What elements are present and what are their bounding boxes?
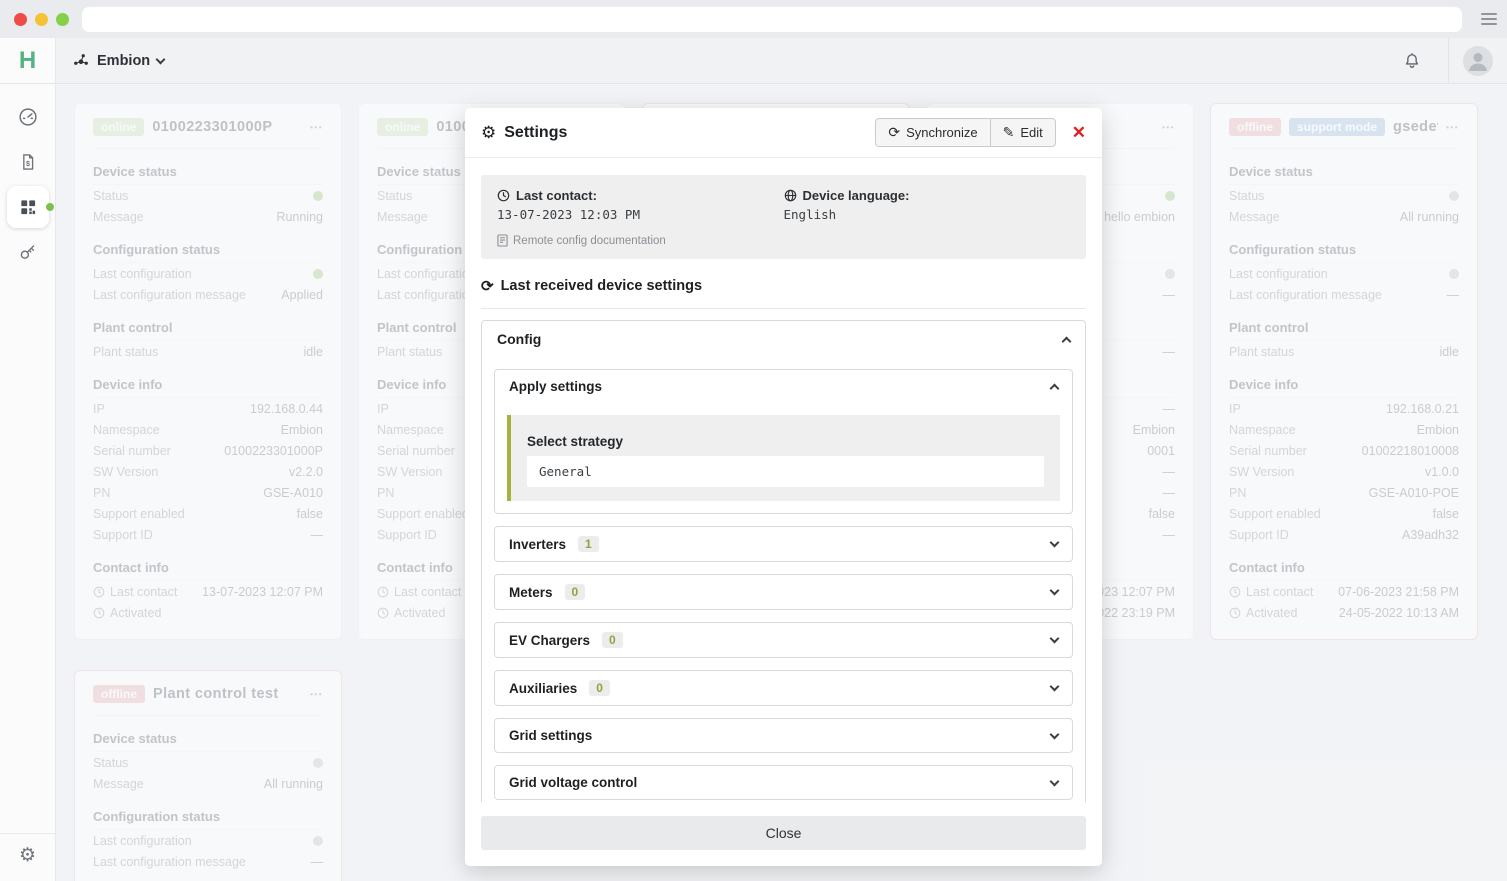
modal-body: Last contact: 13-07-2023 12:03 PM Device… <box>465 159 1102 802</box>
config-accordion: Config Apply settings Select strategy Ge… <box>481 320 1086 802</box>
document-icon <box>497 234 508 247</box>
select-strategy-label: Select strategy <box>527 434 1044 449</box>
strategy-field[interactable]: General <box>527 456 1044 487</box>
config-item-auxiliaries: Auxiliaries 0 <box>494 670 1073 706</box>
chevron-down-icon <box>1050 729 1060 739</box>
device-language-label-row: Device language: <box>784 188 1071 203</box>
count-badge: 0 <box>602 632 623 648</box>
config-item-label: Auxiliaries <box>509 681 577 696</box>
chevron-down-icon <box>1050 776 1060 786</box>
app-header: H Embion <box>0 38 1507 84</box>
chevron-down-icon <box>1050 586 1060 596</box>
config-item-inverters: Inverters 1 <box>494 526 1073 562</box>
config-item-header[interactable]: Grid voltage control <box>495 766 1072 799</box>
refresh-icon: ⟳ <box>888 124 900 141</box>
last-contact-label-row: Last contact: <box>497 188 784 203</box>
config-item-grid-voltage-control: Grid voltage control <box>494 765 1073 800</box>
traffic-light-zoom-icon[interactable] <box>56 13 69 26</box>
config-item-header[interactable]: Auxiliaries 0 <box>495 671 1072 705</box>
header-divider <box>1448 38 1449 83</box>
count-badge: 1 <box>578 536 599 552</box>
traffic-light-close-icon[interactable] <box>14 13 27 26</box>
devices-qr-icon <box>18 197 38 217</box>
svg-text:$: $ <box>26 160 30 168</box>
org-name: Embion <box>97 53 150 69</box>
sidebar-item-access-keys[interactable] <box>7 231 49 273</box>
config-accordion-header[interactable]: Config <box>482 321 1085 357</box>
last-received-settings-heading: ⟳ Last received device settings <box>481 277 1086 295</box>
config-item-header[interactable]: Meters 0 <box>495 575 1072 609</box>
sidebar-footer: ⚙ <box>0 833 55 881</box>
modal-title: ⚙ Settings <box>481 123 567 143</box>
settings-modal: ⚙ Settings ⟳ Synchronize ✎ Edit ✕ <box>465 108 1102 866</box>
gear-icon: ⚙ <box>481 123 496 143</box>
chevron-down-icon <box>156 54 166 64</box>
network-icon <box>72 52 90 70</box>
last-contact-value: 13-07-2023 12:03 PM <box>497 207 784 222</box>
close-button[interactable]: Close <box>481 816 1086 850</box>
config-items: Inverters1Meters0EV Chargers0Auxiliaries… <box>494 526 1073 800</box>
clock-icon <box>497 189 510 202</box>
config-item-label: Inverters <box>509 537 566 552</box>
config-item-label: Meters <box>509 585 553 600</box>
globe-icon <box>784 189 797 202</box>
config-item-label: Grid voltage control <box>509 775 637 790</box>
sidebar-item-invoices[interactable]: $ <box>7 141 49 183</box>
config-item-label: EV Chargers <box>509 633 590 648</box>
dashboard-icon <box>17 106 39 128</box>
device-language-value: English <box>784 207 1071 222</box>
key-icon <box>17 242 38 263</box>
config-item-header[interactable]: EV Chargers 0 <box>495 623 1072 657</box>
sidebar-item-devices[interactable] <box>7 186 49 228</box>
modal-title-text: Settings <box>504 124 567 142</box>
sidebar-item-dashboard[interactable] <box>7 96 49 138</box>
pencil-icon: ✎ <box>1003 124 1015 141</box>
device-info-panel: Last contact: 13-07-2023 12:03 PM Device… <box>481 175 1086 259</box>
section-divider <box>481 308 1086 309</box>
traffic-light-minimize-icon[interactable] <box>35 13 48 26</box>
chevron-down-icon <box>1050 538 1060 548</box>
config-item-grid-settings: Grid settings <box>494 718 1073 753</box>
modal-close-button[interactable]: ✕ <box>1072 124 1086 141</box>
sidebar: $ ⚙ <box>0 84 56 881</box>
browser-chrome <box>0 0 1507 38</box>
config-item-header[interactable]: Grid settings <box>495 719 1072 752</box>
modal-footer: Close <box>465 802 1102 866</box>
strategy-box: Select strategy General <box>507 415 1060 501</box>
remote-config-doc-link[interactable]: Remote config documentation <box>497 234 1070 247</box>
chevron-down-icon <box>1050 634 1060 644</box>
chevron-down-icon <box>1050 682 1060 692</box>
settings-gear-icon[interactable]: ⚙ <box>19 844 36 867</box>
refresh-icon: ⟳ <box>481 277 494 295</box>
apply-settings-header[interactable]: Apply settings <box>495 370 1072 403</box>
config-item-label: Grid settings <box>509 728 592 743</box>
chevron-up-icon <box>1050 384 1060 394</box>
app-logo[interactable]: H <box>0 38 56 83</box>
url-bar[interactable] <box>82 7 1462 32</box>
sidebar-notification-dot <box>46 203 54 211</box>
logo-letter: H <box>19 47 36 75</box>
config-item-ev-chargers: EV Chargers 0 <box>494 622 1073 658</box>
edit-button[interactable]: ✎ Edit <box>991 118 1056 147</box>
notifications-bell-icon[interactable] <box>1402 51 1422 71</box>
user-avatar[interactable] <box>1463 46 1493 76</box>
count-badge: 0 <box>565 584 586 600</box>
org-selector[interactable]: Embion <box>72 52 164 70</box>
config-item-header[interactable]: Inverters 1 <box>495 527 1072 561</box>
count-badge: 0 <box>589 680 610 696</box>
modal-header: ⚙ Settings ⟳ Synchronize ✎ Edit ✕ <box>465 108 1102 158</box>
invoice-icon: $ <box>18 152 38 172</box>
browser-menu-icon[interactable] <box>1481 13 1497 25</box>
config-item-meters: Meters 0 <box>494 574 1073 610</box>
apply-settings-accordion: Apply settings Select strategy General <box>494 369 1073 514</box>
synchronize-button[interactable]: ⟳ Synchronize <box>875 118 990 147</box>
chevron-up-icon <box>1062 336 1072 346</box>
